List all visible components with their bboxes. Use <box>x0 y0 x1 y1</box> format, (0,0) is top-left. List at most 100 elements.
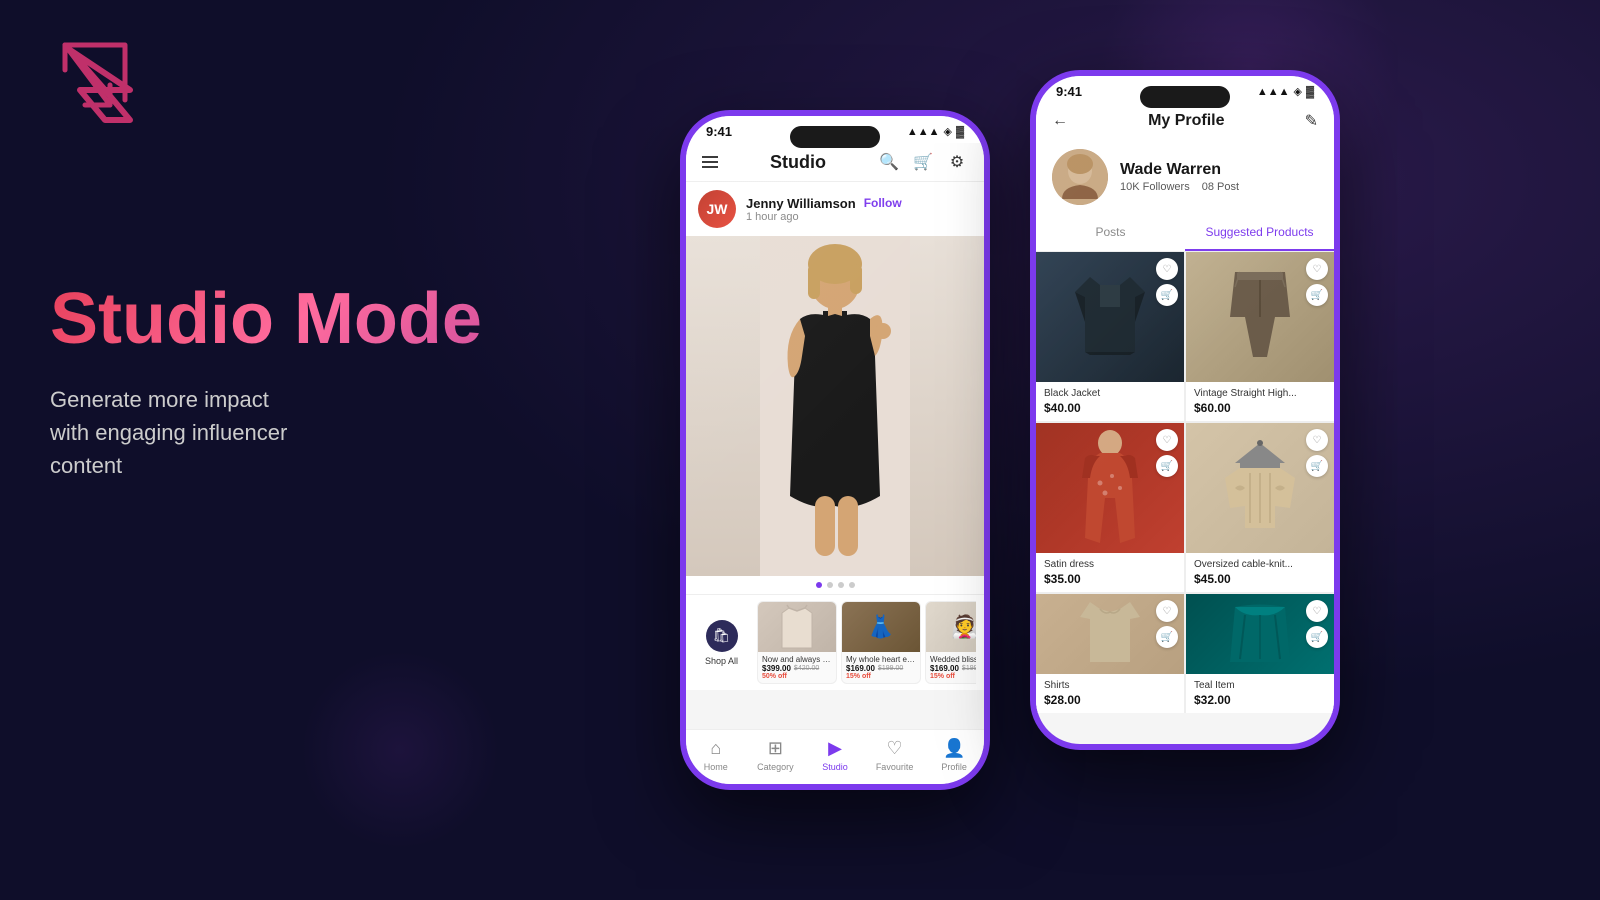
product-info-knit: Oversized cable-knit... $45.00 <box>1186 553 1334 592</box>
phone1-side-button <box>986 296 990 346</box>
dot-4 <box>849 582 855 588</box>
product-price-knit: $45.00 <box>1194 572 1326 586</box>
price-new-3: $169.00 <box>930 664 959 673</box>
cart-btn-jacket[interactable]: 🛒 <box>1156 284 1178 306</box>
discount-3: 15% off <box>930 673 976 680</box>
product-card-shirts[interactable]: ♡ 🛒 Shirts $28.00 <box>1036 594 1184 713</box>
product-price-shirts: $28.00 <box>1044 693 1176 707</box>
product-mini-img-1 <box>758 602 836 652</box>
shop-all-label: Shop All <box>705 656 738 666</box>
studio-label: Studio <box>822 762 848 772</box>
home-icon: ⌂ <box>710 738 721 759</box>
cart-btn-knit[interactable]: 🛒 <box>1306 455 1328 477</box>
product-mini-name-1: Now and always whi... <box>762 655 832 664</box>
product-info-dress: Satin dress $35.00 <box>1036 553 1184 592</box>
posts-stat: 08 Post <box>1202 181 1239 193</box>
tab-posts[interactable]: Posts <box>1036 215 1185 251</box>
user-avatar: JW <box>698 190 736 228</box>
nav-category[interactable]: ⊞ Category <box>753 738 797 772</box>
product-card-dress[interactable]: ♡ 🛒 Satin dress $35.00 <box>1036 423 1184 592</box>
cart-btn-jeans[interactable]: 🛒 <box>1306 284 1328 306</box>
wishlist-btn-shirts[interactable]: ♡ <box>1156 600 1178 622</box>
nav-home[interactable]: ⌂ Home <box>694 738 738 772</box>
product-card-knit[interactable]: ♡ 🛒 Oversized cable-knit... $45.00 <box>1186 423 1334 592</box>
post-img-bg <box>686 236 984 576</box>
wishlist-btn-dress[interactable]: ♡ <box>1156 429 1178 451</box>
wishlist-btn-jeans[interactable]: ♡ <box>1306 258 1328 280</box>
product-actions-knit: ♡ 🛒 <box>1306 429 1328 477</box>
wifi-icon2: ◈ <box>1294 85 1302 98</box>
price-new-1: $399.00 <box>762 664 791 673</box>
wishlist-btn-knit[interactable]: ♡ <box>1306 429 1328 451</box>
product-name-jeans: Vintage Straight High... <box>1194 388 1326 399</box>
dot-1 <box>816 582 822 588</box>
product-mini-name-3: Wedded bliss white <box>930 655 976 664</box>
discount-2: 15% off <box>846 673 916 680</box>
shop-bag-icon: 🛍 <box>706 620 738 652</box>
followers-stat: 10K Followers <box>1120 181 1190 193</box>
product-info-shirts: Shirts $28.00 <box>1036 674 1184 713</box>
product-name-shirts: Shirts <box>1044 680 1176 691</box>
profile-stats: 10K Followers 08 Post <box>1120 181 1318 193</box>
phone2-time: 9:41 <box>1056 84 1082 99</box>
shop-all-button[interactable]: 🛍 Shop All <box>694 620 749 666</box>
price-old-2: $199.00 <box>878 665 903 672</box>
cart-icon[interactable]: 🛒 <box>912 151 934 173</box>
product-card-jeans[interactable]: ♡ 🛒 Vintage Straight High... $60.00 <box>1186 252 1334 421</box>
home-label: Home <box>704 762 728 772</box>
carousel-dots <box>686 576 984 594</box>
profile-details: Wade Warren 10K Followers 08 Post <box>1120 161 1318 193</box>
product-name-teal: Teal Item <box>1194 680 1326 691</box>
cart-btn-dress[interactable]: 🛒 <box>1156 455 1178 477</box>
logo <box>50 30 150 135</box>
profile-name: Wade Warren <box>1120 161 1318 179</box>
user-avatar-img: JW <box>698 190 736 228</box>
cart-btn-shirts[interactable]: 🛒 <box>1156 626 1178 648</box>
product-mini-2[interactable]: 👗 My whole heart emer... $169.00 $199.00… <box>841 601 921 684</box>
wishlist-btn-jacket[interactable]: ♡ <box>1156 258 1178 280</box>
favourite-icon: ♡ <box>887 738 903 759</box>
nav-favourite[interactable]: ♡ Favourite <box>873 738 917 772</box>
nav-studio[interactable]: ▶ Studio <box>813 738 857 772</box>
product-card-teal[interactable]: ♡ 🛒 Teal Item $32.00 <box>1186 594 1334 713</box>
profile-info: Wade Warren 10K Followers 08 Post <box>1036 139 1334 215</box>
follow-button[interactable]: Follow <box>864 196 902 210</box>
phone2-header: ← My Profile ✎ <box>1036 103 1334 139</box>
edit-button[interactable]: ✎ <box>1305 111 1318 131</box>
product-card-jacket[interactable]: ♡ 🛒 Black Jacket $40.00 <box>1036 252 1184 421</box>
user-info: Jenny Williamson Follow 1 hour ago <box>746 196 972 223</box>
user-name: Jenny Williamson <box>746 196 856 211</box>
profile-avatar-img <box>1052 149 1108 205</box>
product-actions-teal: ♡ 🛒 <box>1306 600 1328 648</box>
cart-btn-teal[interactable]: 🛒 <box>1306 626 1328 648</box>
menu-icon[interactable] <box>702 156 718 168</box>
deco-circle-bottom <box>300 650 500 850</box>
product-name-dress: Satin dress <box>1044 559 1176 570</box>
headline: Studio Mode <box>50 280 550 359</box>
tab-suggested-products[interactable]: Suggested Products <box>1185 215 1334 251</box>
dot-3 <box>838 582 844 588</box>
wishlist-btn-teal[interactable]: ♡ <box>1306 600 1328 622</box>
studio-title: Studio <box>770 152 826 173</box>
price-new-2: $169.00 <box>846 664 875 673</box>
nav-profile[interactable]: 👤 Profile <box>932 738 976 772</box>
profile-tabs: Posts Suggested Products <box>1036 215 1334 252</box>
subtext: Generate more impactwith engaging influe… <box>50 383 550 482</box>
product-actions-dress: ♡ 🛒 <box>1156 429 1178 477</box>
product-price-dress: $35.00 <box>1044 572 1176 586</box>
product-info-jeans: Vintage Straight High... $60.00 <box>1186 382 1334 421</box>
price-old-3: $199.00 <box>962 665 976 672</box>
search-icon[interactable]: 🔍 <box>878 151 900 173</box>
product-mini-1[interactable]: Now and always whi... $399.00 $420.00 50… <box>757 601 837 684</box>
back-button[interactable]: ← <box>1052 112 1068 130</box>
product-mini-3[interactable]: 👰 Wedded bliss white $169.00 $199.00 15%… <box>925 601 976 684</box>
product-mini-prices-1: $399.00 $420.00 <box>762 664 832 673</box>
header-action-icons: 🔍 🛒 ⚙ <box>878 151 968 173</box>
price-old-1: $420.00 <box>794 665 819 672</box>
user-name-row: Jenny Williamson Follow <box>746 196 972 211</box>
product-mini-img-2: 👗 <box>842 602 920 652</box>
phone1-time: 9:41 <box>706 124 732 139</box>
product-actions-jeans: ♡ 🛒 <box>1306 258 1328 306</box>
settings-icon[interactable]: ⚙ <box>946 151 968 173</box>
product-mini-info-2: My whole heart emer... $169.00 $199.00 1… <box>842 652 920 683</box>
